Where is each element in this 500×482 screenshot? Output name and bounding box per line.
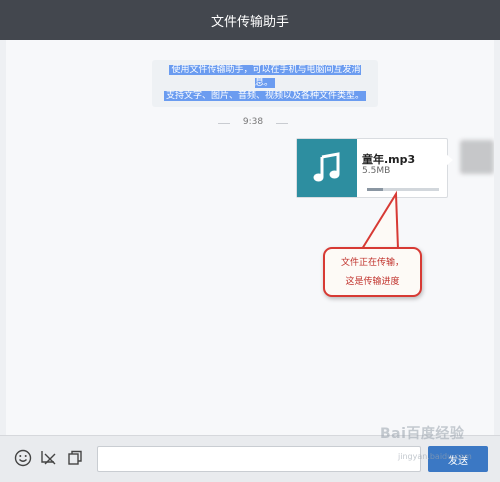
copy-icon[interactable] <box>66 449 84 467</box>
callout-line-1: 文件正在传输， <box>340 258 404 268</box>
smiley-icon[interactable] <box>14 449 32 467</box>
callout-pointer <box>360 190 400 251</box>
watermark-url: jingyan.baidu.com <box>398 452 472 461</box>
annotation-callout: 文件正在传输， 这是传输进度 <box>323 247 422 297</box>
scissors-icon[interactable] <box>40 449 58 467</box>
callout-line-2: 这是传输进度 <box>345 277 400 287</box>
message-input[interactable] <box>97 446 421 472</box>
chat-area[interactable]: 使用文件传输助手，可以在手机与电脑间互发消息。 支持文字、图片、音频、视频以及各… <box>6 40 494 435</box>
window-title: 文件传输助手 <box>210 14 289 30</box>
title-bar: 文件传输助手 <box>0 0 500 40</box>
watermark-logo: Bai百度经验 <box>380 426 465 442</box>
